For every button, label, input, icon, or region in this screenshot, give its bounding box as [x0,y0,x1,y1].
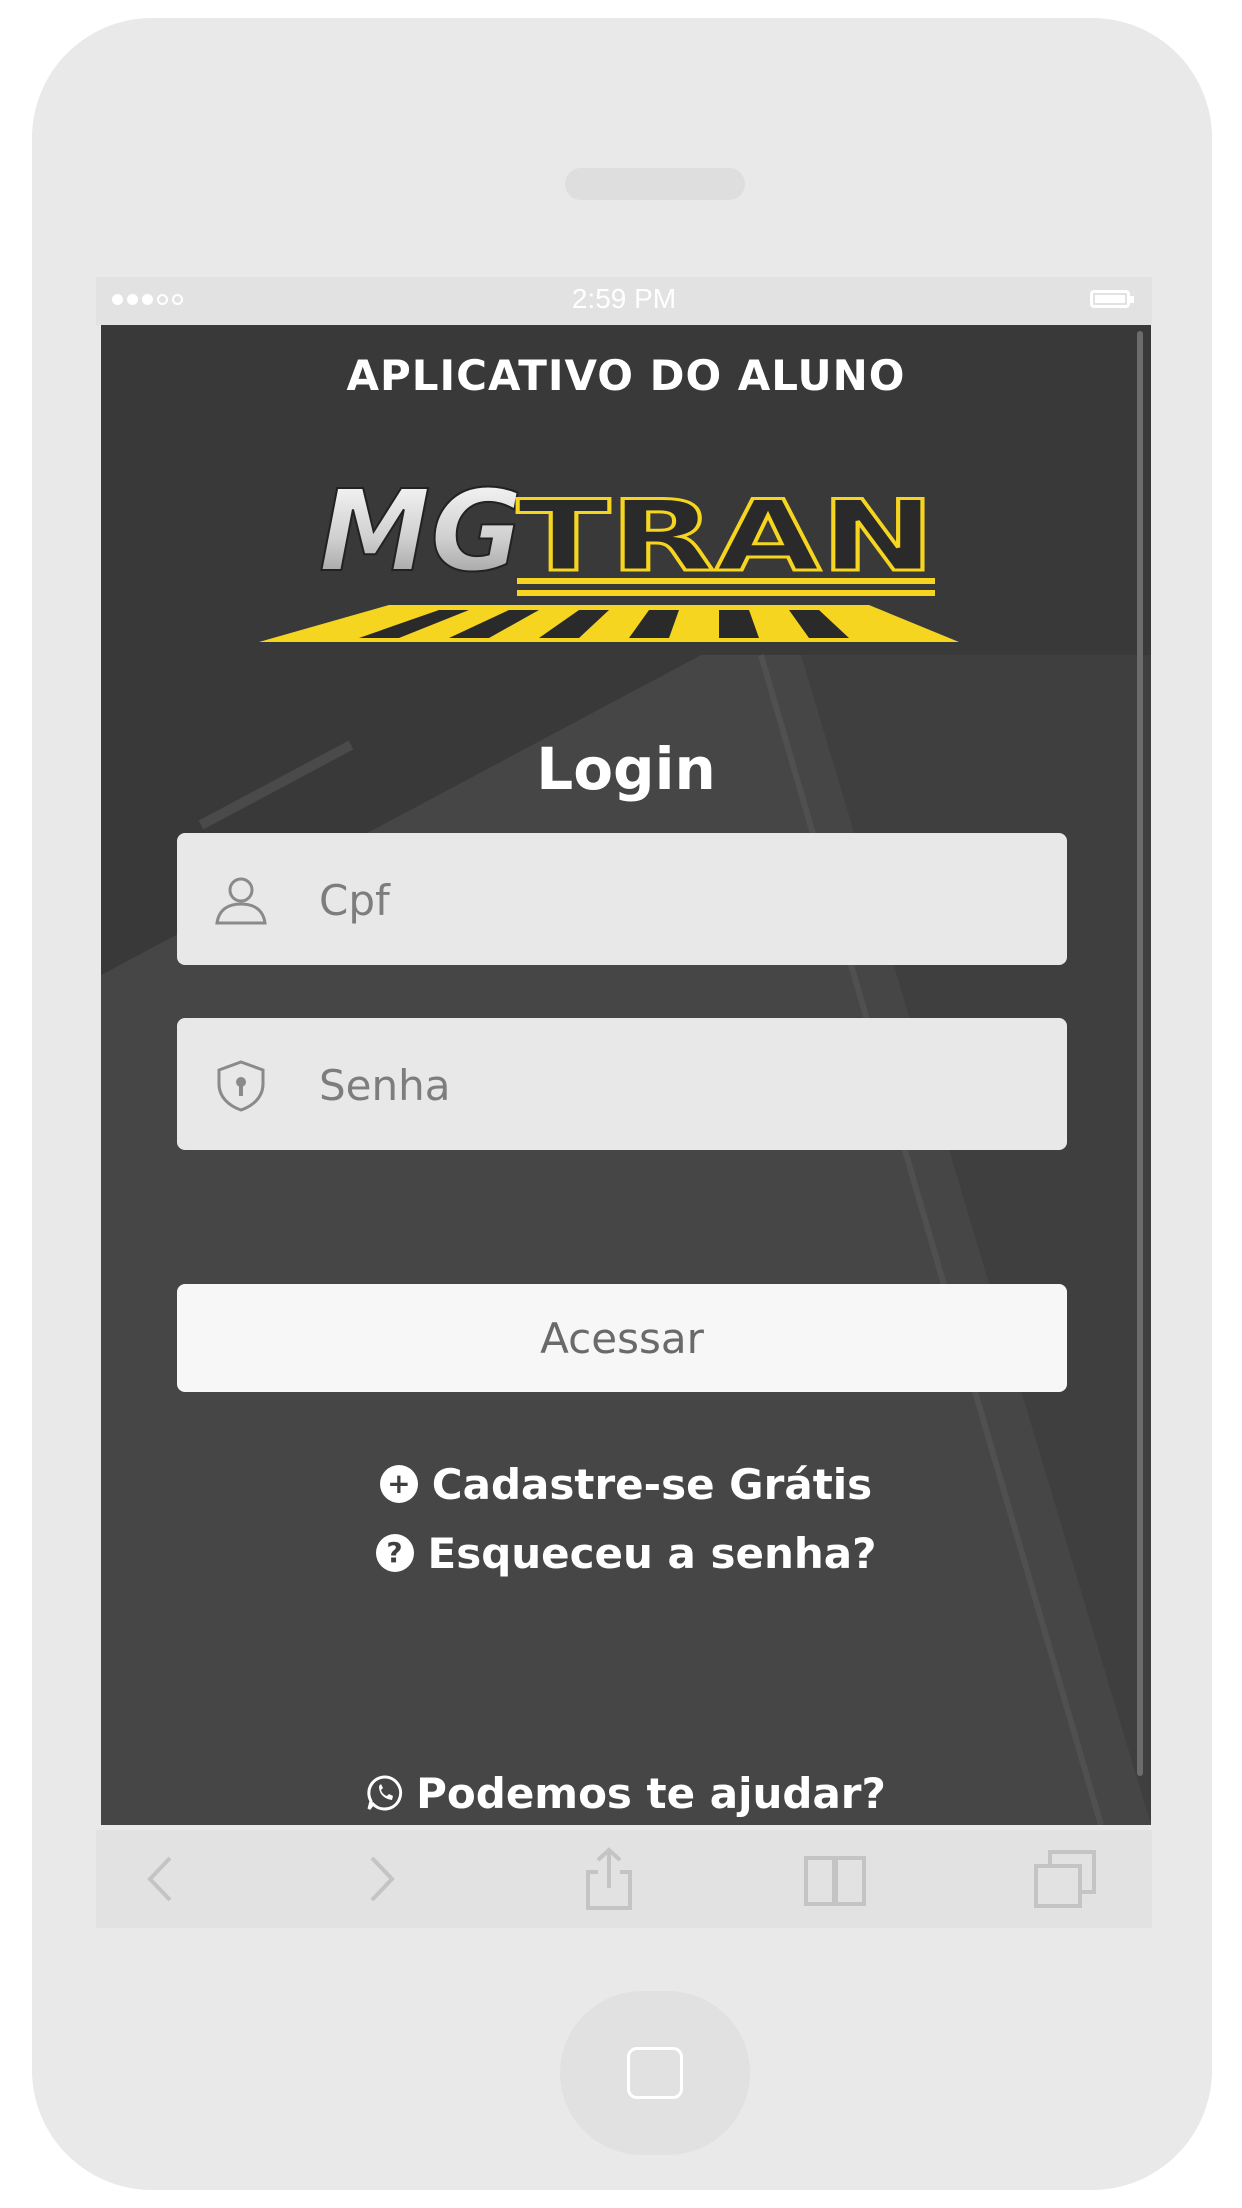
status-time: 2:59 PM [571,283,677,314]
acessar-button[interactable]: Acessar [177,1284,1067,1392]
login-heading: Login [536,735,716,803]
home-button[interactable] [560,1991,750,2155]
forgot-password-link[interactable]: ? Esqueceu a senha? [101,1529,1151,1578]
forgot-password-link-label: Esqueceu a senha? [427,1529,877,1578]
senha-input[interactable] [317,1044,1041,1126]
scrollbar[interactable] [1137,331,1143,1776]
svg-text:MG: MG [319,470,522,597]
shield-lock-icon [217,1060,265,1112]
bookmarks-icon[interactable] [800,1846,870,1912]
cpf-field[interactable] [177,833,1067,965]
share-icon[interactable] [574,1846,644,1912]
battery-icon [1090,290,1134,308]
cpf-input[interactable] [317,859,1041,941]
senha-field[interactable] [177,1018,1067,1150]
help-link[interactable]: Podemos te ajudar? [101,1769,1151,1818]
browser-toolbar [96,1830,1152,1928]
tabs-icon[interactable] [1030,1846,1100,1912]
speaker-grille [565,168,745,200]
register-link-label: Cadastre-se Grátis [431,1460,873,1509]
whatsapp-icon [367,1774,403,1810]
question-circle-icon: ? [375,1533,414,1572]
app-title: APLICATIVO DO ALUNO [346,351,906,400]
mgtran-logo: MG TRAN [259,470,959,642]
app-screen: APLICATIVO DO ALUNO MG TRAN Login Cpf Ac… [101,325,1151,1825]
status-bar: 2:59 PM [96,277,1152,325]
home-button-icon [627,2047,683,2099]
help-link-label: Podemos te ajudar? [416,1769,886,1818]
back-icon[interactable] [126,1846,196,1912]
plus-circle-icon: + [379,1464,418,1503]
forward-icon[interactable] [346,1846,416,1912]
register-link[interactable]: + Cadastre-se Grátis [101,1460,1151,1509]
user-icon [215,877,267,925]
svg-text:TRAN: TRAN [517,480,935,594]
